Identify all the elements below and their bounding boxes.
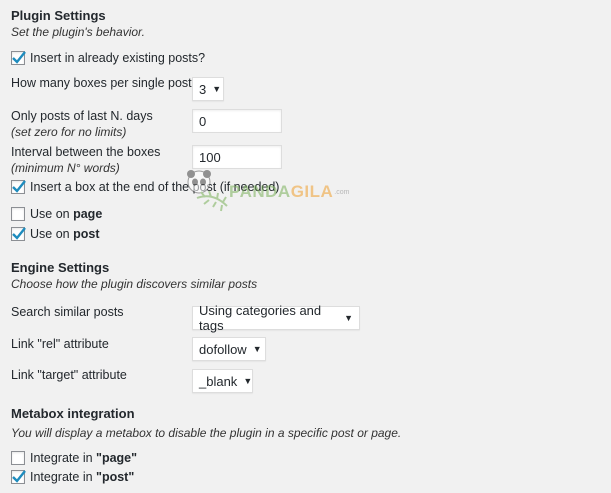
chevron-down-icon: ▼ xyxy=(252,344,262,354)
link-target-label: Link "target" attribute xyxy=(11,368,127,382)
plugin-settings-description: Set the plugin's behavior. xyxy=(11,25,145,39)
integrate-post-checkbox[interactable] xyxy=(11,470,26,484)
use-on-page-checkbox[interactable] xyxy=(11,207,25,221)
use-on-page-row[interactable]: Use on page xyxy=(11,207,102,221)
plugin-settings-heading: Plugin Settings xyxy=(11,8,106,23)
use-on-post-row[interactable]: Use on post xyxy=(11,227,99,241)
use-on-post-prefix: Use on xyxy=(30,227,74,241)
chevron-down-icon: ▼ xyxy=(212,84,222,94)
watermark-text-part2: GILA xyxy=(290,182,334,201)
chevron-down-icon: ▼ xyxy=(344,313,353,323)
last-n-days-hint: (set zero for no limits) xyxy=(11,125,127,139)
engine-settings-heading: Engine Settings xyxy=(11,260,110,275)
use-on-post-label: Use on post xyxy=(30,227,99,241)
use-on-page-bold: page xyxy=(73,207,103,221)
link-rel-value: dofollow xyxy=(199,341,247,357)
link-rel-label: Link "rel" attribute xyxy=(11,337,109,351)
integrate-post-bold: "post" xyxy=(96,470,135,484)
use-on-post-checkbox[interactable] xyxy=(11,227,26,241)
boxes-per-post-select[interactable]: 3 ▼ xyxy=(192,77,224,101)
boxes-per-post-label: How many boxes per single post? xyxy=(11,76,199,90)
interval-input[interactable]: 100 xyxy=(192,145,282,169)
boxes-per-post-value: 3 xyxy=(199,81,207,97)
metabox-description: You will display a metabox to disable th… xyxy=(11,426,402,440)
checkmark-icon xyxy=(12,227,26,240)
insert-existing-checkbox[interactable] xyxy=(11,51,26,65)
search-similar-value: Using categories and tags xyxy=(199,303,322,333)
checkmark-icon xyxy=(12,51,26,64)
last-n-days-value: 0 xyxy=(199,113,207,129)
last-n-days-input[interactable]: 0 xyxy=(192,109,282,133)
use-on-post-bold: post xyxy=(73,227,100,241)
interval-value: 100 xyxy=(199,149,221,165)
integrate-page-label: Integrate in "page" xyxy=(30,451,137,465)
last-n-days-label: Only posts of last N. days xyxy=(11,109,153,123)
link-target-value: _blank xyxy=(199,373,238,389)
integrate-post-row[interactable]: Integrate in "post" xyxy=(11,470,134,484)
use-on-page-label: Use on page xyxy=(30,207,102,221)
interval-hint: (minimum N° words) xyxy=(11,161,120,175)
chevron-down-icon: ▼ xyxy=(243,376,253,386)
use-on-page-prefix: Use on xyxy=(30,207,74,221)
checkmark-icon xyxy=(12,180,26,193)
search-similar-select[interactable]: Using categories and tags ▼ xyxy=(192,303,360,333)
search-similar-label: Search similar posts xyxy=(11,305,124,319)
link-rel-select[interactable]: dofollow ▼ xyxy=(192,337,266,361)
link-target-select[interactable]: _blank ▼ xyxy=(192,369,253,393)
checkmark-icon xyxy=(12,470,26,483)
integrate-page-row[interactable]: Integrate in "page" xyxy=(11,451,137,465)
watermark-text-part1: PANDA xyxy=(229,182,291,201)
insert-existing-row[interactable]: Insert in already existing posts? xyxy=(11,51,205,65)
integrate-post-prefix: Integrate in xyxy=(30,470,97,484)
interval-label: Interval between the boxes xyxy=(11,145,161,159)
watermark-suffix: .com xyxy=(334,188,350,196)
box-end-checkbox[interactable] xyxy=(11,180,26,194)
integrate-page-prefix: Integrate in xyxy=(30,451,97,465)
insert-existing-label: Insert in already existing posts? xyxy=(30,51,206,65)
integrate-page-bold: "page" xyxy=(96,451,138,465)
engine-settings-description: Choose how the plugin discovers similar … xyxy=(11,277,258,291)
metabox-heading: Metabox integration xyxy=(11,406,135,421)
watermark-logo: PANDA GILA .com xyxy=(183,170,349,214)
integrate-post-label: Integrate in "post" xyxy=(30,470,134,484)
integrate-page-checkbox[interactable] xyxy=(11,451,25,465)
